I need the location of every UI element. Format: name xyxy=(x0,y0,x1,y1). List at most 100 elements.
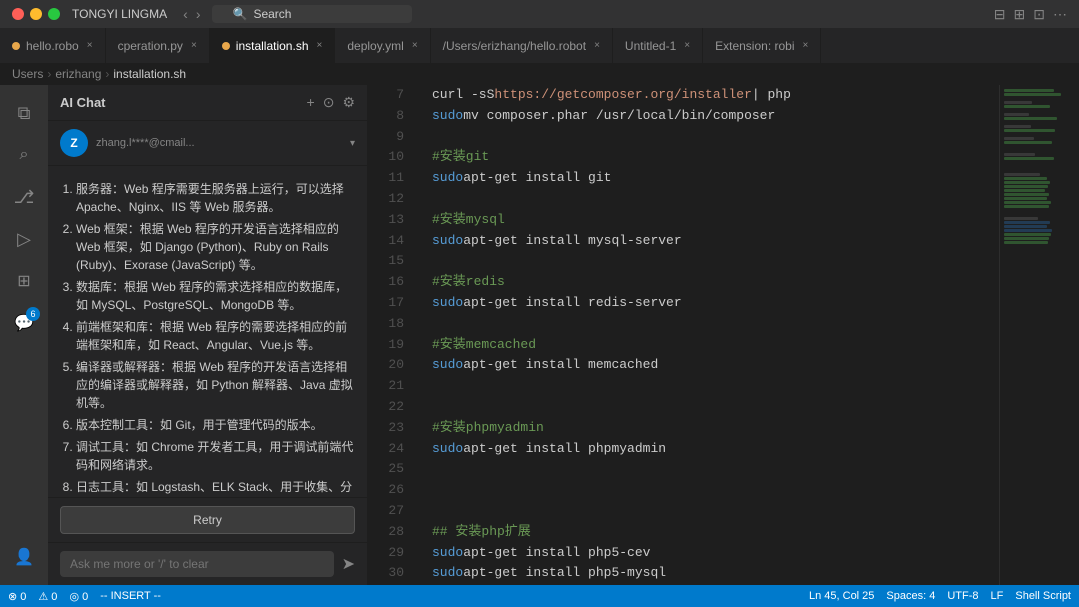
chat-list: 服务器：Web 程序需要生服务器上运行，可以选择 Apache、Nginx、II… xyxy=(60,180,355,497)
traffic-lights xyxy=(12,8,60,20)
layout-icon[interactable]: ⊟ xyxy=(994,6,1006,23)
tab-close-icon[interactable]: × xyxy=(803,40,809,51)
explorer-icon[interactable]: ⧉ xyxy=(4,93,44,133)
panel-icon[interactable]: ⊡ xyxy=(1033,6,1045,23)
line-num: 15 xyxy=(368,251,412,272)
split-icon[interactable]: ⊞ xyxy=(1014,6,1026,23)
warning-count[interactable]: ⚠ 0 xyxy=(38,590,57,603)
tab-close-icon[interactable]: × xyxy=(87,40,93,51)
chat-badge: 6 xyxy=(26,307,40,321)
breadcrumb-separator: › xyxy=(105,67,109,81)
code-line xyxy=(432,376,999,397)
tab-label: Untitled-1 xyxy=(625,39,676,53)
chevron-down-icon: ▾ xyxy=(350,138,355,149)
code-line: sudo apt-get install php5-mysql xyxy=(432,563,999,584)
code-editor[interactable]: curl -sS https://getcomposer.org/install… xyxy=(420,85,999,585)
tab-label: /Users/erizhang/hello.robot xyxy=(443,39,586,53)
tab-label: installation.sh xyxy=(236,39,309,53)
maximize-button[interactable] xyxy=(48,8,60,20)
line-num: 12 xyxy=(368,189,412,210)
tab-label: cperation.py xyxy=(118,39,183,53)
tab-deploy[interactable]: deploy.yml × xyxy=(335,28,430,63)
line-num: 27 xyxy=(368,501,412,522)
user-icon[interactable]: 👤 xyxy=(4,537,44,577)
chat-add-icon[interactable]: + xyxy=(307,94,315,111)
nav-back-button[interactable]: ‹ xyxy=(183,6,188,22)
line-num: 22 xyxy=(368,397,412,418)
code-line xyxy=(432,480,999,501)
code-line: sudo apt-get install memcached xyxy=(432,355,999,376)
line-num: 29 xyxy=(368,543,412,564)
tab-close-icon[interactable]: × xyxy=(684,40,690,51)
tab-bar: hello.robo × cperation.py × installation… xyxy=(0,28,1079,63)
breadcrumb-part[interactable]: erizhang xyxy=(55,67,101,81)
tab-label: deploy.yml xyxy=(347,39,403,53)
ai-chat-icon[interactable]: 💬 6 xyxy=(4,303,44,343)
line-num: 14 xyxy=(368,231,412,252)
code-line xyxy=(432,127,999,148)
tab-extension[interactable]: Extension: robi × xyxy=(703,28,821,63)
search-bar[interactable]: 🔍 Search xyxy=(212,5,412,23)
search-icon: 🔍 xyxy=(232,7,247,21)
code-line: sudo mv composer.phar /usr/local/bin/com… xyxy=(432,106,999,127)
tab-close-icon[interactable]: × xyxy=(191,40,197,51)
code-line: #安装memcached xyxy=(432,335,999,356)
tab-close-icon[interactable]: × xyxy=(412,40,418,51)
error-count[interactable]: ⊗ 0 xyxy=(8,590,26,603)
close-button[interactable] xyxy=(12,8,24,20)
statusbar-left: ⊗ 0 ⚠ 0 ◎ 0 -- INSERT -- xyxy=(8,590,161,603)
retry-button[interactable]: Retry xyxy=(60,506,355,534)
chat-settings-icon[interactable]: ⚙ xyxy=(342,94,355,111)
tab-close-icon[interactable]: × xyxy=(317,40,323,51)
list-item: 日志工具：如 Logstash、ELK Stack、用于收集、分析和展示应用程序… xyxy=(76,478,355,497)
tab-cperation[interactable]: cperation.py × xyxy=(106,28,210,63)
chat-history-icon[interactable]: ⊙ xyxy=(323,94,335,111)
user-info[interactable]: Z zhang.l****@cmail... ▾ xyxy=(48,121,367,166)
line-num: 11 xyxy=(368,168,412,189)
tab-hello-robot2[interactable]: /Users/erizhang/hello.robot × xyxy=(431,28,613,63)
statusbar-right: Ln 45, Col 25 Spaces: 4 UTF-8 LF Shell S… xyxy=(809,590,1071,602)
code-line: sudo apt-get install php5-cev xyxy=(432,543,999,564)
code-line xyxy=(432,501,999,522)
code-line: sudo apt-get install git xyxy=(432,168,999,189)
tab-label: Extension: robi xyxy=(715,39,794,53)
retry-area: Retry xyxy=(48,497,367,542)
list-item: 调试工具：如 Chrome 开发者工具，用于调试前端代码和网络请求。 xyxy=(76,438,355,474)
chat-input-area: ➤ xyxy=(48,542,367,585)
extensions-icon[interactable]: ⊞ xyxy=(4,261,44,301)
user-email: zhang.l****@cmail... xyxy=(96,137,195,149)
chat-input[interactable] xyxy=(60,551,334,577)
run-icon[interactable]: ▷ xyxy=(4,219,44,259)
tab-close-icon[interactable]: × xyxy=(594,40,600,51)
tab-installation[interactable]: installation.sh × xyxy=(210,28,336,63)
minimap-content xyxy=(1000,85,1079,249)
indentation[interactable]: Spaces: 4 xyxy=(886,590,935,602)
line-num: 18 xyxy=(368,314,412,335)
ellipsis-icon[interactable]: ⋯ xyxy=(1053,6,1067,23)
list-item: 数据库：根据 Web 程序的需求选择相应的数据库，如 MySQL、Postgre… xyxy=(76,278,355,314)
tab-modified-indicator xyxy=(222,42,230,50)
minimize-button[interactable] xyxy=(30,8,42,20)
editor-content: 7 8 9 10 11 12 13 14 15 16 17 18 19 20 2… xyxy=(368,85,1079,585)
tab-modified-indicator xyxy=(12,42,20,50)
encoding[interactable]: UTF-8 xyxy=(947,590,978,602)
chat-panel: AI Chat + ⊙ ⚙ Z zhang.l****@cmail... ▾ 服… xyxy=(48,85,368,585)
info-count[interactable]: ◎ 0 xyxy=(69,590,88,603)
line-num: 23 xyxy=(368,418,412,439)
breadcrumb-part[interactable]: Users xyxy=(12,67,43,81)
line-num: 20 xyxy=(368,355,412,376)
tab-untitled[interactable]: Untitled-1 × xyxy=(613,28,703,63)
list-item: 编译器或解释器：根据 Web 程序的开发语言选择相应的编译器或解释器，如 Pyt… xyxy=(76,358,355,412)
source-control-icon[interactable]: ⎇ xyxy=(4,177,44,217)
send-icon[interactable]: ➤ xyxy=(342,554,355,574)
search-icon[interactable]: ⌕ xyxy=(4,135,44,175)
tab-hello-robot[interactable]: hello.robo × xyxy=(0,28,106,63)
list-item: Web 框架：根据 Web 程序的开发语言选择相应的 Web 框架，如 Djan… xyxy=(76,220,355,274)
code-line: curl -sS https://getcomposer.org/install… xyxy=(432,85,999,106)
cursor-position[interactable]: Ln 45, Col 25 xyxy=(809,590,874,602)
minimap xyxy=(999,85,1079,585)
app-name: TONGYI LINGMA xyxy=(72,7,167,21)
language-mode[interactable]: Shell Script xyxy=(1015,590,1071,602)
nav-forward-button[interactable]: › xyxy=(196,6,201,22)
line-ending[interactable]: LF xyxy=(991,590,1004,602)
